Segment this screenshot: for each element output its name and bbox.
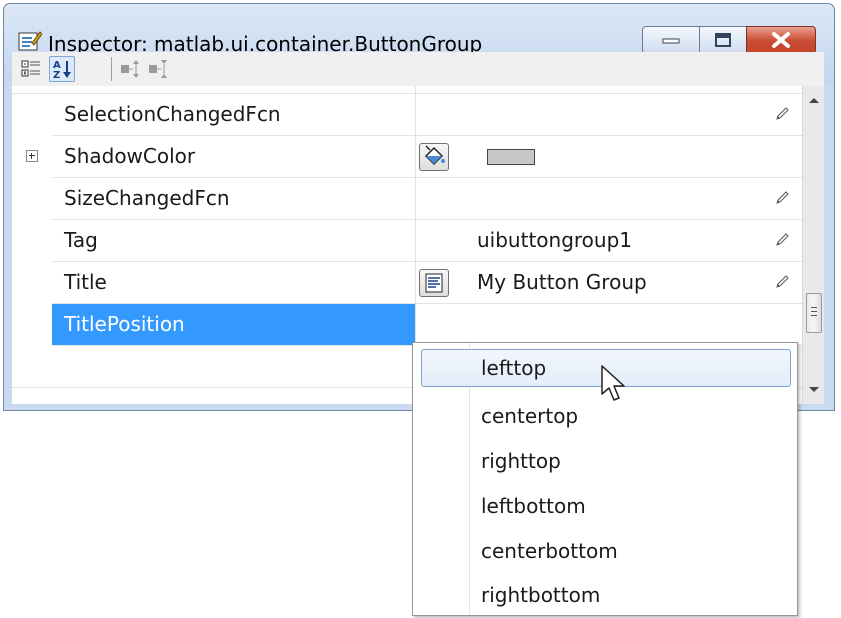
dropdown-option-leftbottom[interactable]: leftbottom bbox=[421, 487, 791, 525]
property-name: Title bbox=[64, 270, 107, 294]
dropdown-option-righttop[interactable]: righttop bbox=[421, 442, 791, 480]
maximize-button[interactable] bbox=[699, 26, 747, 54]
dropdown-option-rightbottom[interactable]: rightbottom bbox=[421, 576, 791, 614]
expand-all-icon bbox=[121, 60, 139, 78]
collapse-all-icon bbox=[149, 60, 167, 78]
minimize-button[interactable] bbox=[642, 26, 700, 54]
vertical-scrollbar[interactable] bbox=[802, 86, 824, 404]
scrollbar-thumb[interactable] bbox=[806, 293, 822, 333]
property-name: SizeChangedFcn bbox=[64, 186, 230, 210]
property-row-selectionchangedfcn[interactable]: SelectionChangedFcn bbox=[12, 94, 802, 136]
toolbar-separator bbox=[111, 57, 112, 81]
minimize-icon bbox=[662, 38, 680, 44]
collapse-all-button[interactable] bbox=[146, 56, 172, 82]
dropdown-option-centerbottom[interactable]: centerbottom bbox=[421, 532, 791, 570]
toolbar: A Z bbox=[12, 52, 824, 86]
close-button[interactable] bbox=[746, 26, 816, 54]
property-row-title[interactable]: Title My Button Group bbox=[12, 262, 802, 304]
color-swatch[interactable] bbox=[487, 149, 535, 165]
alphabetical-sort-icon: A Z bbox=[53, 60, 71, 81]
text-editor-button[interactable] bbox=[419, 269, 449, 297]
paint-bucket-icon bbox=[424, 145, 445, 166]
svg-text:Z: Z bbox=[53, 70, 60, 81]
alphabetical-sort-button[interactable]: A Z bbox=[49, 56, 75, 82]
property-row-partial bbox=[12, 86, 802, 94]
mouse-cursor-icon bbox=[601, 365, 625, 401]
categorized-view-icon bbox=[21, 60, 40, 77]
property-name: TitlePosition bbox=[52, 304, 416, 345]
scroll-up-arrow-icon[interactable] bbox=[803, 90, 825, 112]
maximize-icon bbox=[715, 33, 731, 47]
property-name: ShadowColor bbox=[64, 144, 196, 168]
property-row-titleposition[interactable]: TitlePosition bbox=[12, 304, 802, 346]
inspector-icon bbox=[18, 31, 42, 51]
property-row-shadowcolor[interactable]: ShadowColor bbox=[12, 136, 802, 178]
property-row-tag[interactable]: Tag uibuttongroup1 bbox=[12, 220, 802, 262]
property-value[interactable]: uibuttongroup1 bbox=[477, 220, 632, 261]
scroll-down-arrow-icon[interactable] bbox=[803, 378, 825, 400]
property-name: SelectionChangedFcn bbox=[64, 102, 281, 126]
categorized-view-button[interactable] bbox=[18, 56, 44, 82]
pencil-icon[interactable] bbox=[774, 232, 790, 248]
pencil-icon[interactable] bbox=[774, 106, 790, 122]
property-name: Tag bbox=[64, 228, 98, 252]
expand-all-button[interactable] bbox=[118, 56, 144, 82]
pencil-icon[interactable] bbox=[774, 190, 790, 206]
text-editor-icon bbox=[425, 273, 443, 293]
property-value[interactable]: My Button Group bbox=[477, 262, 647, 303]
property-row-sizechangedfcn[interactable]: SizeChangedFcn bbox=[12, 178, 802, 220]
close-icon bbox=[772, 32, 790, 48]
pencil-icon[interactable] bbox=[774, 274, 790, 290]
color-picker-button[interactable] bbox=[419, 143, 449, 171]
expand-icon[interactable] bbox=[26, 150, 38, 162]
